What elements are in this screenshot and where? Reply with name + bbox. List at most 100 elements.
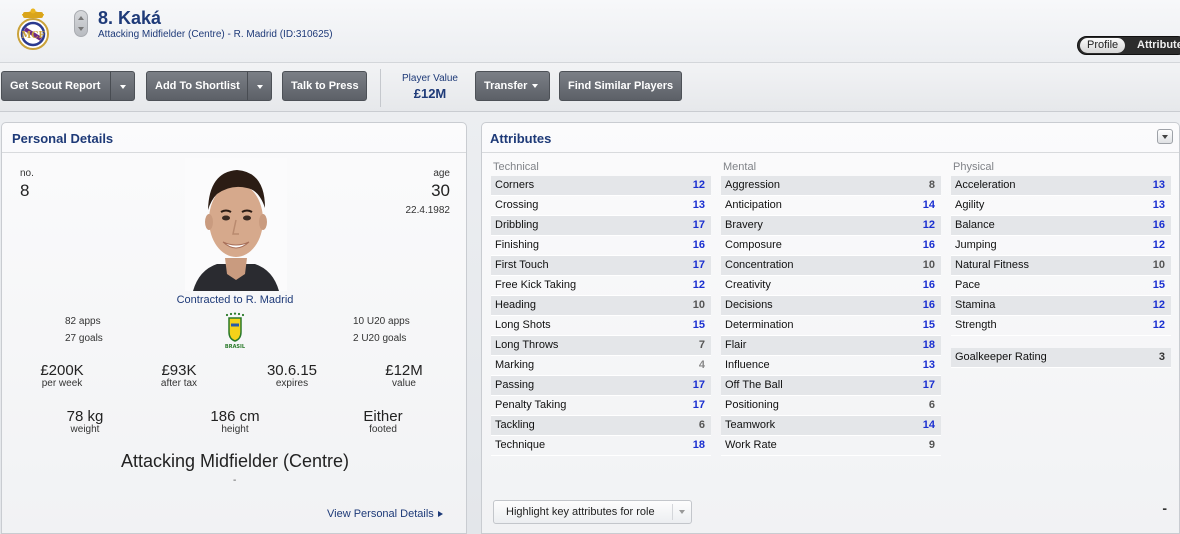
attribute-value: 9 [928, 439, 935, 451]
find-similar-players-button[interactable]: Find Similar Players [559, 71, 682, 101]
height-stat: 186 cm height [195, 408, 275, 435]
panel-divider [2, 152, 466, 153]
footed-value: Either [363, 408, 403, 425]
attribute-row: Aggression 8 [721, 176, 941, 196]
attribute-name: Crossing [495, 199, 539, 211]
attribute-value: 13 [1152, 199, 1165, 211]
transfer-button[interactable]: Transfer [475, 71, 550, 101]
physical-column: Physical Acceleration 13 Agility 13 Balance 1… [951, 158, 1171, 368]
u20-apps: 10 U20 apps [353, 316, 410, 327]
attribute-value: 12 [1152, 239, 1165, 251]
after-tax-value: £93K [161, 362, 197, 379]
view-personal-details-label: View Personal Details [327, 508, 434, 520]
attribute-name: Decisions [725, 299, 773, 311]
attribute-row: Creativity 16 [721, 276, 941, 296]
attribute-value: 17 [692, 399, 705, 411]
panel-options-button[interactable] [1157, 129, 1173, 144]
attribute-row: Pace 15 [951, 276, 1171, 296]
player-position: Attacking Midfielder (Centre) [120, 451, 350, 471]
attribute-row: Concentration 10 [721, 256, 941, 276]
wage-value: £200K [40, 362, 84, 379]
age-value: 30 [431, 181, 450, 200]
attribute-value: 17 [692, 379, 705, 391]
attribute-value: 8 [928, 179, 935, 191]
attribute-name: Composure [725, 239, 782, 251]
after-tax-stat: £93K after tax [139, 362, 219, 389]
contract-expiry-label: expires [275, 378, 309, 389]
highlight-role-select[interactable]: Highlight key attributes for role [493, 500, 692, 524]
contract-status[interactable]: Contracted to R. Madrid [2, 294, 468, 306]
attribute-name: Stamina [955, 299, 996, 311]
attribute-row: Influence 13 [721, 356, 941, 376]
mental-heading: Mental [723, 161, 757, 173]
attributes-toggle-option[interactable]: Attributes [1130, 38, 1180, 53]
attribute-row: Corners 12 [491, 176, 711, 196]
attribute-name: Flair [725, 339, 747, 351]
attribute-value: 13 [922, 359, 935, 371]
scout-report-button[interactable]: Get Scout Report [1, 71, 135, 101]
attribute-value: 13 [1152, 179, 1165, 191]
attribute-value: 10 [1152, 259, 1165, 271]
player-name: 8. Kaká [98, 8, 162, 28]
panel-divider [482, 152, 1179, 153]
attribute-value: 16 [1152, 219, 1165, 231]
view-toggle[interactable]: Profile Attributes [1077, 36, 1180, 55]
player-subtitle[interactable]: Attacking Midfielder (Centre) - R. Madri… [98, 29, 333, 40]
attribute-name: Corners [495, 179, 535, 191]
attribute-name: Positioning [725, 399, 779, 411]
attribute-row: Anticipation 14 [721, 196, 941, 216]
club-apps: 82 apps [65, 316, 101, 327]
squad-number: 8 [20, 181, 30, 200]
attribute-row: Strength 12 [951, 316, 1171, 336]
squad-number-label: no. [20, 168, 34, 179]
transfer-label: Transfer [484, 80, 528, 92]
attribute-name: Off The Ball [725, 379, 783, 391]
attribute-name: Penalty Taking [495, 399, 567, 411]
u20-goals: 2 U20 goals [353, 333, 407, 344]
attribute-row: Finishing 16 [491, 236, 711, 256]
attribute-name: Long Shots [495, 319, 551, 331]
attribute-row: Stamina 12 [951, 296, 1171, 316]
wage-label: per week [41, 378, 83, 389]
attribute-row: Long Throws 7 [491, 336, 711, 356]
chevron-down-icon[interactable] [247, 72, 271, 100]
add-shortlist-label: Add To Shortlist [155, 80, 240, 92]
chevron-down-icon[interactable] [110, 72, 134, 100]
previous-player-icon[interactable] [78, 16, 84, 20]
height-label: height [221, 424, 249, 435]
attribute-name: Acceleration [955, 179, 1016, 191]
attribute-value: 12 [1152, 319, 1165, 331]
attribute-value: 14 [922, 199, 935, 211]
attribute-value: 16 [922, 299, 935, 311]
attribute-name: Marking [495, 359, 535, 371]
attribute-row: Work Rate 9 [721, 436, 941, 456]
attribute-row: Bravery 12 [721, 216, 941, 236]
chevron-down-icon [679, 510, 685, 514]
add-shortlist-button[interactable]: Add To Shortlist [146, 71, 272, 101]
attribute-name: Technique [495, 439, 546, 451]
attribute-name: Influence [725, 359, 770, 371]
brasil-crest-icon[interactable]: BRASIL [222, 312, 248, 350]
profile-toggle-option[interactable]: Profile [1080, 38, 1126, 53]
club-goals: 27 goals [65, 333, 103, 344]
attribute-row: Teamwork 14 [721, 416, 941, 436]
attribute-name: Strength [955, 319, 997, 331]
attribute-row: Agility 13 [951, 196, 1171, 216]
attribute-name: Passing [495, 379, 535, 391]
player-scroll-arrows[interactable] [74, 10, 88, 37]
next-player-icon[interactable] [78, 27, 84, 31]
attribute-name: Concentration [725, 259, 794, 271]
talk-to-press-button[interactable]: Talk to Press [282, 71, 367, 101]
attribute-value: 6 [698, 419, 705, 431]
attribute-value: 16 [922, 279, 935, 291]
attribute-value: 17 [922, 379, 935, 391]
arrow-right-icon [437, 511, 443, 518]
physical-attribute-list: Acceleration 13 Agility 13 Balance 16 Jumping 1… [951, 176, 1171, 336]
attribute-row: Marking 4 [491, 356, 711, 376]
attribute-name: Heading [495, 299, 536, 311]
attribute-name: Work Rate [725, 439, 777, 451]
attribute-name: First Touch [495, 259, 549, 271]
technical-attribute-list: Corners 12 Crossing 13 Dribbling 17 Finishing 1… [491, 176, 711, 456]
view-personal-details-link[interactable]: View Personal Details [327, 508, 443, 520]
attribute-row: Technique 18 [491, 436, 711, 456]
